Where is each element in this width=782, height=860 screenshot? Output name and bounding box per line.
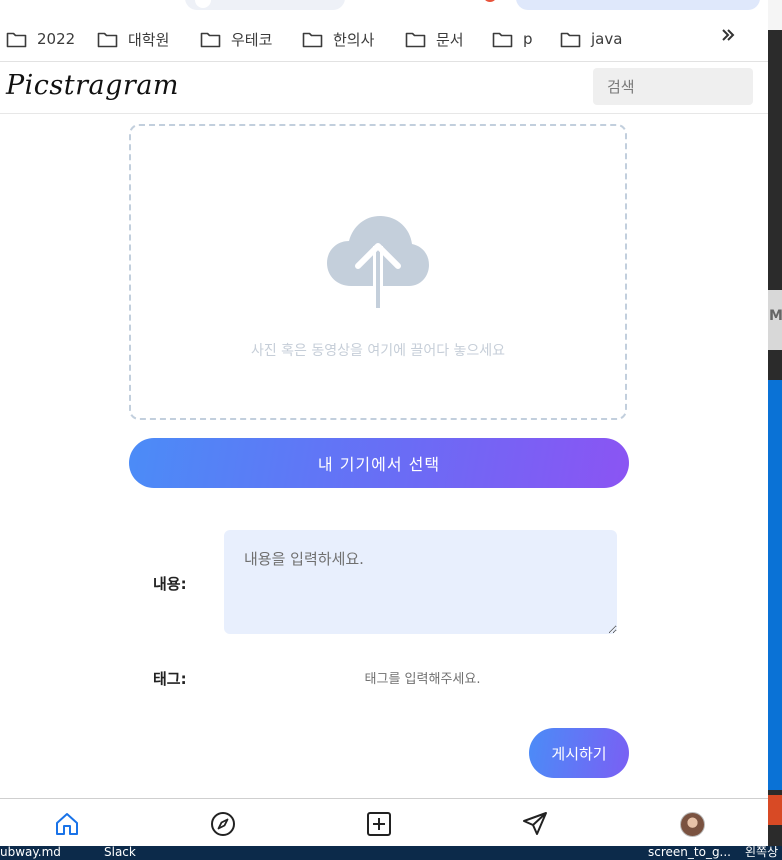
bookmark-folder[interactable]: p: [492, 26, 533, 52]
bookmark-folder[interactable]: 한의사: [302, 26, 374, 52]
bookmark-label: p: [523, 30, 533, 48]
home-icon[interactable]: [54, 811, 80, 837]
app-logo[interactable]: Picstragram: [6, 70, 179, 101]
content-textarea[interactable]: [224, 530, 617, 634]
browser-window: 2022 대학원 우테코 한의사 문서 p java Picstragram 검…: [0, 0, 768, 846]
chevron-double-right-icon[interactable]: [720, 28, 736, 42]
bookmark-folder[interactable]: 문서: [405, 26, 464, 52]
select-from-device-button[interactable]: 내 기기에서 선택: [129, 438, 629, 488]
bookmark-label: 한의사: [333, 30, 375, 49]
folder-icon: [6, 32, 27, 47]
extension-badge[interactable]: [483, 0, 497, 2]
desktop-background-strip: M: [768, 0, 782, 846]
bookmark-label: 문서: [436, 30, 464, 49]
content-label: 내용:: [153, 575, 187, 593]
upload-dropzone[interactable]: 사진 혹은 동영상을 여기에 끌어다 놓으세요: [129, 124, 627, 420]
taskbar-item[interactable]: ubway.md: [0, 845, 61, 859]
profile-avatar[interactable]: [680, 812, 705, 837]
taskbar-item[interactable]: 왼쪽상: [745, 845, 778, 859]
os-taskbar: ubway.md Slack screen_to_g... 왼쪽상: [0, 845, 782, 860]
folder-icon: [405, 32, 426, 47]
bookmark-folder[interactable]: 대학원: [97, 26, 169, 52]
folder-icon: [302, 32, 323, 47]
bookmark-folder[interactable]: java: [560, 26, 622, 52]
tags-label: 태그:: [153, 670, 187, 688]
folder-icon: [492, 32, 513, 47]
bottom-navigation: [0, 798, 768, 846]
folder-icon: [200, 32, 221, 47]
browser-tab-pill[interactable]: [185, 0, 345, 10]
bookmark-folder[interactable]: 우테코: [200, 26, 272, 52]
bookmark-folder[interactable]: 2022: [6, 26, 75, 52]
dropzone-hint: 사진 혹은 동영상을 여기에 끌어다 놓으세요: [250, 343, 506, 359]
search-input[interactable]: [593, 68, 753, 105]
bookmark-label: java: [591, 30, 623, 48]
bookmark-label: 우테코: [231, 30, 273, 49]
bookmark-label: 대학원: [128, 30, 170, 49]
address-bar[interactable]: [516, 0, 760, 10]
app-header: Picstragram: [0, 62, 768, 114]
explore-compass-icon[interactable]: [210, 811, 236, 837]
submit-post-button[interactable]: 게시하기: [529, 728, 629, 778]
cloud-upload-icon: [327, 216, 429, 308]
tags-input[interactable]: [224, 664, 621, 694]
bookmark-label: 2022: [37, 30, 76, 48]
new-post-icon[interactable]: [366, 811, 392, 837]
taskbar-item[interactable]: screen_to_g...: [648, 845, 731, 859]
browser-top-strip: [0, 0, 768, 18]
bookmarks-bar: 2022 대학원 우테코 한의사 문서 p java: [0, 18, 768, 62]
folder-icon: [97, 32, 118, 47]
taskbar-item[interactable]: Slack: [104, 845, 136, 859]
direct-message-icon[interactable]: [522, 811, 548, 837]
folder-icon: [560, 32, 581, 47]
